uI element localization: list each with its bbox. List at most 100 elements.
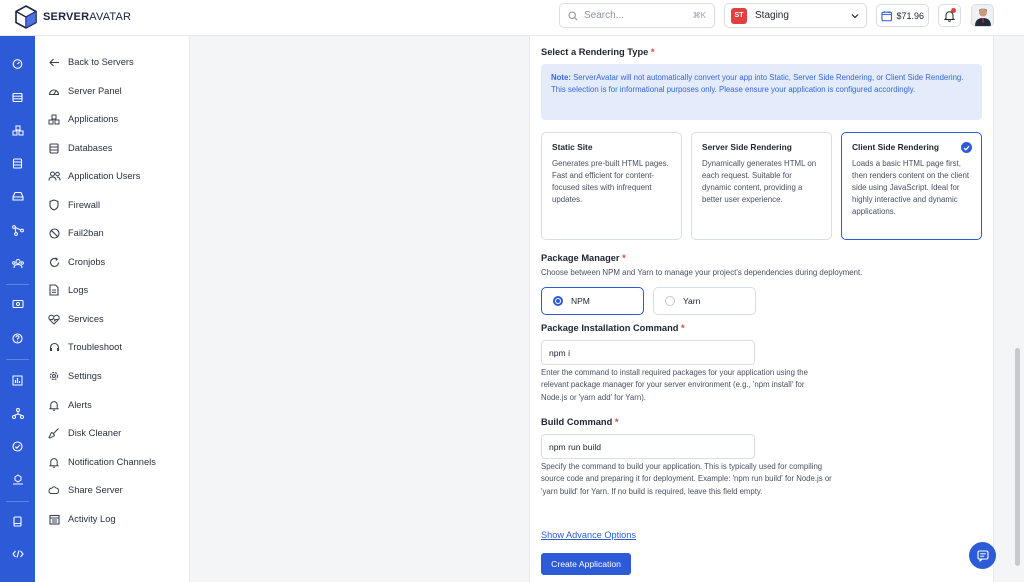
rendering-option-desc: Generates pre-built HTML pages. Fast and… bbox=[552, 159, 669, 204]
install-command-help: Enter the command to install required pa… bbox=[541, 368, 808, 402]
arrow-left-icon bbox=[47, 55, 61, 69]
icon-rail bbox=[0, 36, 35, 582]
rail-help-icon[interactable] bbox=[0, 328, 35, 348]
menu-item-disk-cleaner[interactable]: Disk Cleaner bbox=[47, 424, 121, 442]
menu-item-activity-log[interactable]: Activity Log bbox=[47, 510, 116, 528]
create-application-button[interactable]: Create Application bbox=[541, 553, 631, 575]
menu-item-troubleshoot[interactable]: Troubleshoot bbox=[47, 338, 122, 356]
build-command-input[interactable] bbox=[541, 434, 755, 459]
gear-icon bbox=[47, 369, 61, 383]
menu-item-application-users[interactable]: Application Users bbox=[47, 167, 140, 185]
credit-balance-button[interactable]: $71.96 bbox=[876, 4, 929, 27]
package-manager-option-yarn[interactable]: Yarn bbox=[653, 287, 756, 315]
menu-item-label: Cronjobs bbox=[68, 257, 106, 267]
calendar-icon bbox=[47, 512, 61, 526]
rendering-option-client-side-rendering[interactable]: Client Side Rendering Loads a basic HTML… bbox=[841, 132, 982, 240]
package-manager-option-npm[interactable]: NPM bbox=[541, 287, 644, 315]
chat-support-button[interactable] bbox=[969, 542, 996, 569]
menu-item-firewall[interactable]: Firewall bbox=[47, 196, 100, 214]
menu-item-label: Databases bbox=[68, 143, 113, 153]
menu-item-alerts[interactable]: Alerts bbox=[47, 396, 92, 414]
rail-network-icon[interactable] bbox=[0, 220, 35, 240]
rail-deploy-icon[interactable] bbox=[0, 469, 35, 489]
database-icon bbox=[47, 141, 61, 155]
required-mark: * bbox=[650, 47, 655, 57]
menu-item-label: Services bbox=[68, 314, 104, 324]
page-scrollbar[interactable] bbox=[1015, 348, 1020, 566]
rail-analytics-icon[interactable] bbox=[0, 370, 35, 390]
package-manager-option-label: NPM bbox=[571, 296, 590, 306]
package-manager-option-label: Yarn bbox=[683, 296, 701, 306]
menu-item-fail2ban[interactable]: Fail2ban bbox=[47, 224, 104, 242]
rail-team-icon[interactable] bbox=[0, 253, 35, 273]
search-icon bbox=[568, 10, 578, 20]
menu-item-cronjobs[interactable]: Cronjobs bbox=[47, 253, 105, 271]
menu-item-label: Share Server bbox=[68, 485, 123, 495]
search-box[interactable]: Search... ⌘K bbox=[559, 3, 715, 28]
workspace-selector[interactable]: ST Staging bbox=[724, 3, 867, 28]
rendering-option-server-side-rendering[interactable]: Server Side Rendering Dynamically genera… bbox=[691, 132, 832, 240]
menu-item-label: Troubleshoot bbox=[68, 342, 122, 352]
rail-integrations-icon[interactable] bbox=[0, 403, 35, 423]
rail-divider bbox=[6, 284, 29, 285]
rail-dashboard-icon[interactable] bbox=[0, 53, 35, 73]
menu-item-databases[interactable]: Databases bbox=[47, 139, 112, 157]
menu-item-notification-channels[interactable]: Notification Channels bbox=[47, 453, 156, 471]
rail-databases-icon[interactable] bbox=[0, 153, 35, 173]
build-command-help: Specify the command to build your applic… bbox=[541, 462, 832, 496]
rendering-option-static-site[interactable]: Static Site Generates pre-built HTML pag… bbox=[541, 132, 682, 240]
build-command-heading: Build Command * bbox=[541, 417, 619, 427]
menu-item-share-server[interactable]: Share Server bbox=[47, 481, 123, 499]
menu-item-label: Back to Servers bbox=[68, 57, 134, 67]
package-manager-heading: Package Manager * bbox=[541, 253, 626, 263]
menu-item-label: Settings bbox=[68, 371, 102, 381]
rendering-option-title: Server Side Rendering bbox=[702, 142, 792, 152]
bell-icon bbox=[47, 398, 61, 412]
build-command-heading-text: Build Command bbox=[541, 417, 613, 427]
rendering-option-title: Client Side Rendering bbox=[852, 142, 940, 152]
menu-item-label: Logs bbox=[68, 285, 89, 295]
required-mark: * bbox=[681, 323, 685, 333]
menu-item-label: Alerts bbox=[68, 400, 92, 410]
check-circle-icon bbox=[961, 142, 972, 153]
rail-storage-icon[interactable] bbox=[0, 186, 35, 206]
ban-icon bbox=[47, 226, 61, 240]
brand-logo[interactable]: SERVERAVATAR bbox=[13, 4, 131, 30]
rail-divider bbox=[6, 359, 29, 360]
rail-check-icon[interactable] bbox=[0, 436, 35, 456]
notification-dot bbox=[951, 8, 956, 13]
menu-item-settings[interactable]: Settings bbox=[47, 367, 102, 385]
rail-code-icon[interactable] bbox=[0, 544, 35, 564]
rendering-option-title: Static Site bbox=[552, 142, 593, 152]
rail-divider bbox=[6, 501, 29, 502]
menu-item-label: Applications bbox=[68, 114, 119, 124]
rail-billing-icon[interactable] bbox=[0, 294, 35, 314]
rail-docs-icon[interactable] bbox=[0, 511, 35, 531]
rail-servers-icon[interactable] bbox=[0, 87, 35, 107]
top-bar: SERVERAVATAR Search... ⌘K ST Staging $71… bbox=[0, 0, 1024, 36]
rail-applications-icon[interactable] bbox=[0, 120, 35, 140]
menu-item-back-to-servers[interactable]: Back to Servers bbox=[47, 53, 134, 71]
install-command-heading: Package Installation Command * bbox=[541, 323, 685, 333]
note-text: ServerAvatar will not automatically conv… bbox=[551, 73, 964, 95]
notifications-button[interactable] bbox=[938, 4, 961, 27]
menu-item-logs[interactable]: Logs bbox=[47, 281, 88, 299]
brand-name-a: SERVER bbox=[43, 11, 90, 23]
install-command-heading-text: Package Installation Command bbox=[541, 323, 679, 333]
bell-icon bbox=[47, 455, 61, 469]
menu-item-applications[interactable]: Applications bbox=[47, 110, 118, 128]
menu-item-label: Fail2ban bbox=[68, 228, 104, 238]
rendering-option-desc: Loads a basic HTML page first, then rend… bbox=[852, 159, 970, 216]
menu-item-label: Application Users bbox=[68, 171, 141, 181]
shield-icon bbox=[47, 198, 61, 212]
menu-item-server-panel[interactable]: Server Panel bbox=[47, 82, 122, 100]
show-advance-options-link[interactable]: Show Advance Options bbox=[541, 530, 636, 540]
chevron-down-icon bbox=[851, 13, 859, 18]
menu-item-services[interactable]: Services bbox=[47, 310, 104, 328]
file-icon bbox=[47, 283, 61, 297]
install-command-input[interactable] bbox=[541, 340, 755, 365]
user-avatar[interactable] bbox=[971, 4, 994, 27]
package-manager-desc: Choose between NPM and Yarn to manage yo… bbox=[541, 268, 863, 277]
radio-selected bbox=[553, 296, 563, 306]
workspace-badge: ST bbox=[731, 7, 747, 24]
